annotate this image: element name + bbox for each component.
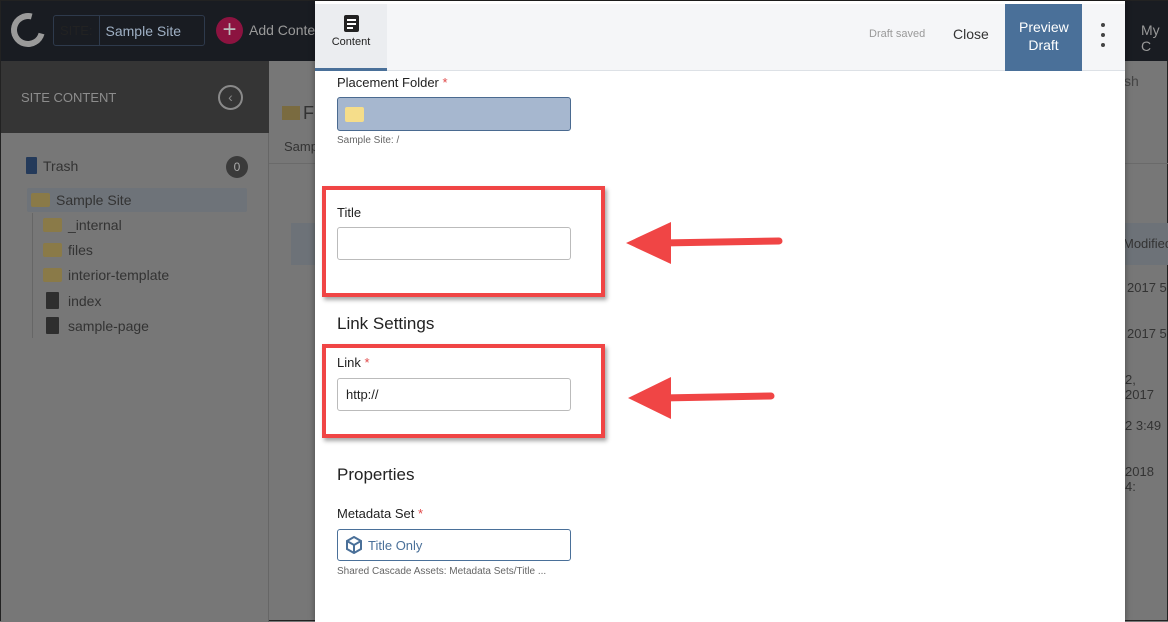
arrow-link-icon [628,377,775,419]
item-label: files [68,242,93,258]
panel-header [315,4,1125,71]
my-menu[interactable]: My C [1141,22,1167,54]
folder-title: F [303,103,314,123]
item-label: _internal [68,217,122,233]
preview-draft-button[interactable]: Preview Draft [1005,4,1082,71]
placement-folder-label: Placement Folder * [337,75,448,90]
content-icon [343,15,359,32]
item-label: Sample Site [56,192,132,208]
sidebar-item-files[interactable]: files [43,242,93,258]
collapse-sidebar-icon[interactable]: ‹ [218,85,243,110]
trash-count-badge: 0 [226,156,248,178]
folder-icon [43,243,62,257]
placement-help: Sample Site: / [337,135,400,146]
column-header-modified[interactable]: Modified [1123,236,1168,251]
toolbar-action[interactable]: sh [1124,73,1139,89]
draft-status: Draft saved [869,28,926,40]
trash-icon [26,157,37,174]
cube-icon [346,536,362,554]
properties-heading: Properties [337,465,415,484]
folder-icon [31,193,50,207]
metadata-help: Shared Cascade Assets: Metadata Sets/Tit… [337,566,547,577]
sidebar-title: SITE CONTENT [21,90,117,105]
tab-label: Content [331,36,371,48]
folder-icon [345,107,364,122]
site-label: SITE: [54,16,100,45]
title-input[interactable] [337,227,571,260]
table-cell: 2, 2017 [1125,372,1154,402]
table-cell: 2018 4: [1125,464,1154,494]
folder-icon [282,106,300,120]
page-icon [46,292,59,309]
item-label: sample-page [68,317,149,334]
link-label: Link * [337,355,370,370]
arrow-title-icon [626,222,783,264]
link-settings-heading: Link Settings [337,314,435,333]
metadata-set-label: Metadata Set * [337,506,424,521]
placement-folder-chooser[interactable] [337,97,571,131]
title-label: Title [337,205,362,220]
metadata-set-chooser[interactable]: Title Only [337,529,571,561]
sidebar-item-interior-template[interactable]: interior-template [43,267,169,283]
site-value: Sample Site [105,22,181,39]
sidebar-item-internal[interactable]: _internal [43,217,122,233]
sidebar-item-trash[interactable]: Trash [26,157,78,174]
sidebar-item-sample-site[interactable]: Sample Site [31,192,131,208]
table-cell: 2017 5 [1127,280,1167,295]
table-cell: 2017 5 [1127,326,1167,341]
add-content-icon[interactable]: + [216,17,243,44]
tree-line [32,213,33,338]
breadcrumb: Samp [284,139,318,154]
folder-icon [43,268,62,282]
close-button[interactable]: Close [953,26,989,42]
sidebar [1,61,269,622]
table-cell: 2 3:49 [1125,418,1162,433]
folder-icon [43,218,62,232]
annotation-arrows [626,222,783,419]
site-selector[interactable]: SITE: Sample Site [53,15,205,46]
item-label: index [68,292,102,309]
metadata-set-value: Title Only [368,537,423,553]
item-label: interior-template [68,267,170,283]
sidebar-item-index[interactable]: index [46,292,101,309]
link-input[interactable] [337,378,571,411]
trash-label: Trash [43,157,79,174]
page-icon [46,317,59,334]
sidebar-item-sample-page[interactable]: sample-page [46,317,149,334]
more-options-icon[interactable] [1097,23,1109,47]
tab-content[interactable]: Content [315,4,387,71]
